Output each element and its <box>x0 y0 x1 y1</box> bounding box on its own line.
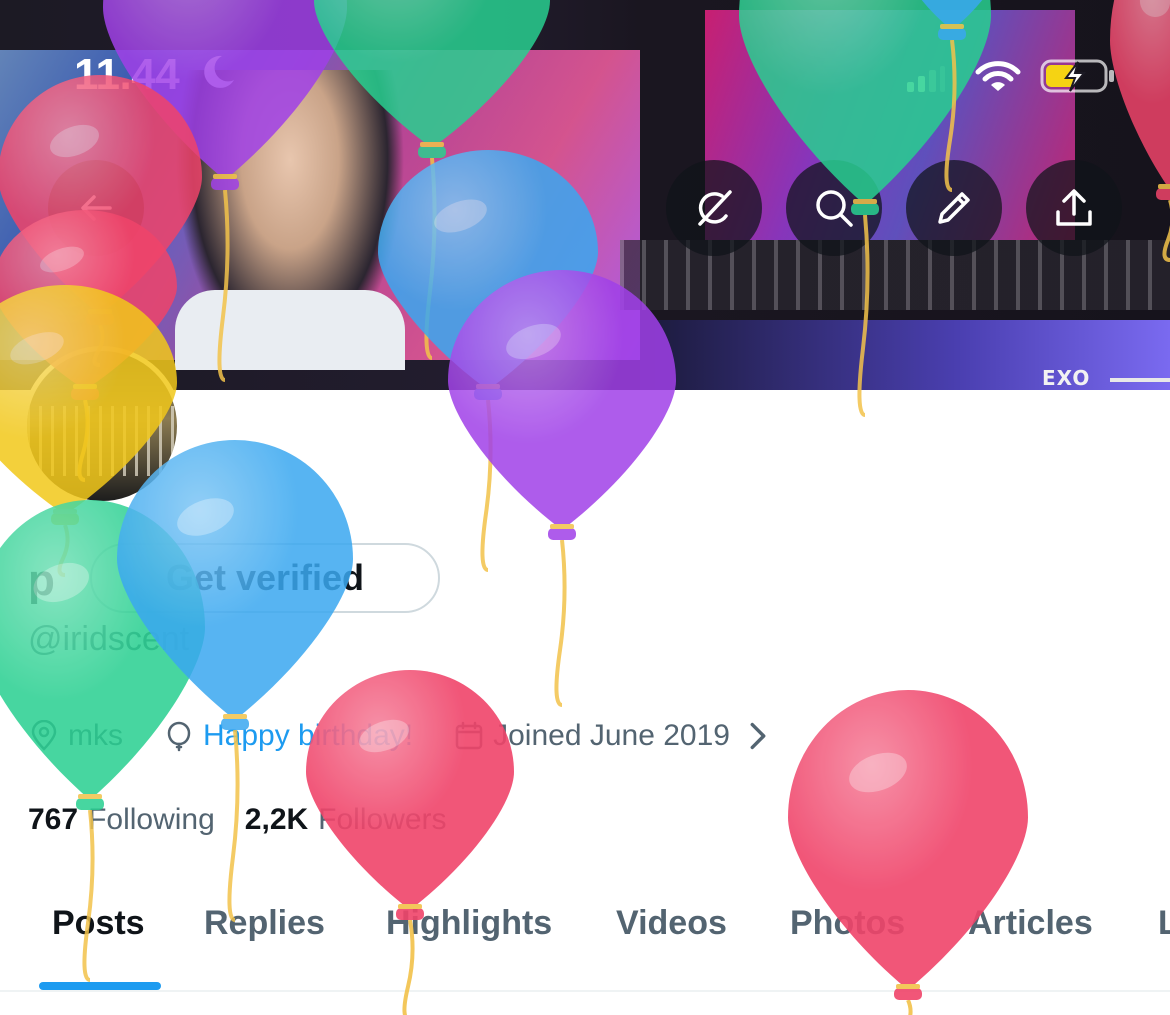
tab-highlights[interactable]: Highlights <box>386 904 552 943</box>
profile-location-text: mks <box>68 719 123 752</box>
profile-location: mks <box>28 719 123 753</box>
share-icon <box>1056 189 1092 226</box>
pencil-icon <box>938 192 970 224</box>
get-verified-button[interactable]: Get verified <box>90 543 440 613</box>
profile-handle: @iridscent <box>28 620 190 658</box>
followers-count: 2,2K <box>244 803 309 836</box>
location-pin-icon <box>31 720 57 751</box>
search-button[interactable] <box>786 160 882 256</box>
display-name: p <box>28 556 55 605</box>
follow-stats-row: 767 Following 2,2K Followers <box>28 798 477 842</box>
followers-link[interactable]: 2,2K Followers <box>245 803 447 837</box>
share-button[interactable] <box>1026 160 1122 256</box>
tab-more[interactable]: L <box>1158 904 1170 943</box>
profile-birthday-text[interactable]: Happy birthday! <box>203 719 413 753</box>
grok-button[interactable] <box>666 160 762 256</box>
following-count: 767 <box>28 803 79 836</box>
chevron-right-icon[interactable] <box>742 720 774 752</box>
balloon-icon <box>117 440 353 922</box>
tab-videos[interactable]: Videos <box>616 904 727 943</box>
edit-profile-button[interactable] <box>906 160 1002 256</box>
moon-icon <box>204 55 234 88</box>
banner-stage-line <box>1110 378 1170 382</box>
cellular-signal-icon <box>907 66 945 92</box>
followers-label: Followers <box>318 803 447 836</box>
profile-joined[interactable]: Joined June 2019 <box>453 719 782 753</box>
tab-replies[interactable]: Replies <box>204 904 325 943</box>
following-label: Following <box>88 803 215 836</box>
banner-stage-logo: EXO <box>1042 366 1091 390</box>
calendar-icon <box>455 721 483 750</box>
back-button[interactable] <box>48 160 144 256</box>
tab-articles[interactable]: Articles <box>968 904 1093 943</box>
banner-person-shirt <box>175 290 405 370</box>
tab-posts[interactable]: Posts <box>52 904 145 943</box>
profile-avatar[interactable] <box>22 346 182 506</box>
arrow-left-icon <box>81 195 112 221</box>
profile-tabs: Posts Replies Highlights Videos Photos A… <box>0 880 1170 992</box>
status-time: 11.44 <box>74 50 180 99</box>
wifi-icon <box>975 61 1021 91</box>
avatar-photo-detail <box>27 406 177 476</box>
profile-meta-row: mks Happy birthday! Joined June 2019 <box>28 712 822 760</box>
balloon-icon <box>167 721 191 752</box>
grok-icon <box>698 190 732 226</box>
following-link[interactable]: 767 Following <box>28 803 215 837</box>
profile-birthday[interactable]: Happy birthday! <box>163 719 413 753</box>
active-tab-indicator <box>39 982 161 990</box>
search-icon <box>816 190 853 227</box>
banner-stage-floor <box>640 320 1170 390</box>
tab-photos[interactable]: Photos <box>790 904 905 943</box>
profile-joined-text: Joined June 2019 <box>493 719 730 752</box>
battery-charging-icon <box>1040 59 1114 93</box>
